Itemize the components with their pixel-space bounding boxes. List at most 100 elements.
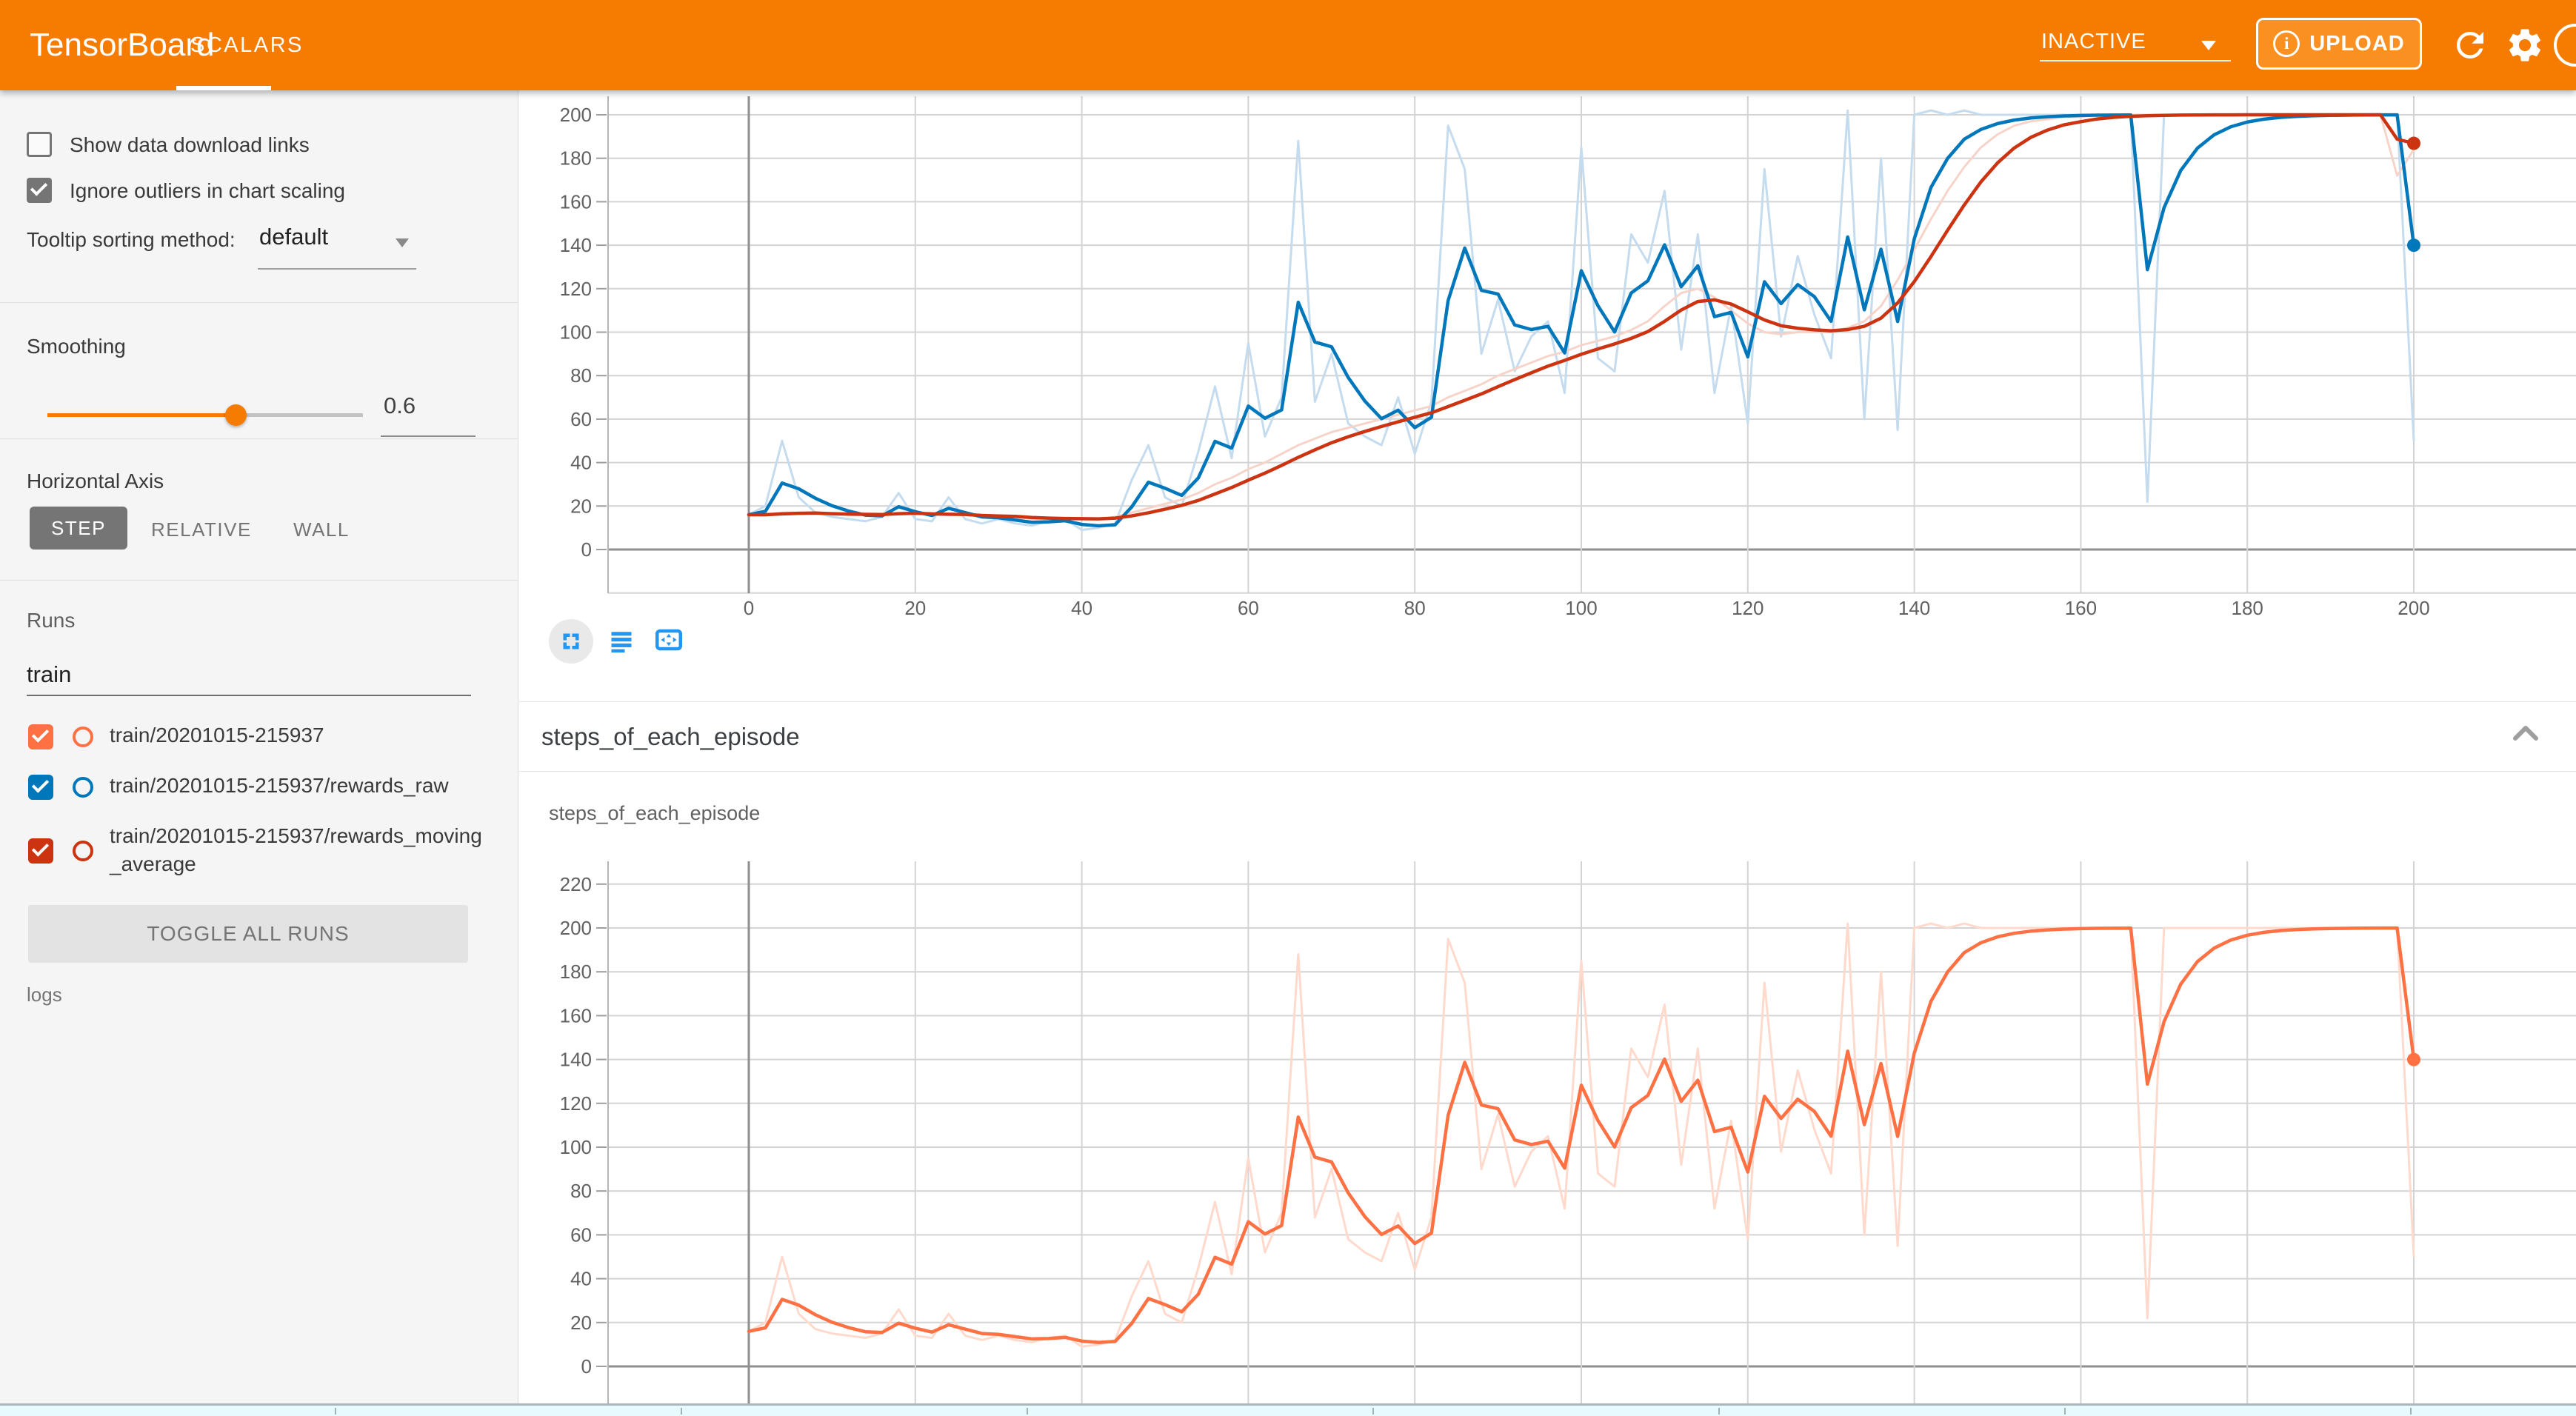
upload-button-label: UPLOAD <box>2309 32 2404 56</box>
runs-filter-input[interactable] <box>27 655 471 696</box>
fit-domain-icon[interactable] <box>654 627 684 657</box>
status-dropdown[interactable]: INACTIVE <box>2041 30 2146 54</box>
svg-text:40: 40 <box>570 452 592 474</box>
status-underline <box>2040 60 2231 61</box>
rewards-chart-card: 0204060801001201401601802000204060801001… <box>519 90 2576 702</box>
steps-chart[interactable]: 020406080100120140160180200220 <box>519 858 2576 1415</box>
ruler-tick <box>1027 1408 1028 1415</box>
run-name: train/20201015-215937/rewards_moving_ave… <box>110 822 486 878</box>
run-color-circle[interactable] <box>73 727 93 747</box>
svg-text:200: 200 <box>2398 597 2429 619</box>
smoothing-label: Smoothing <box>27 335 126 358</box>
svg-text:0: 0 <box>581 538 592 561</box>
app-title: TensorBoard <box>30 0 214 90</box>
svg-text:60: 60 <box>570 408 592 430</box>
svg-text:60: 60 <box>570 1223 592 1246</box>
steps-chart-card: steps_of_each_episode 020406080100120140… <box>519 772 2576 1416</box>
svg-text:100: 100 <box>560 1136 592 1158</box>
rewards-chart[interactable]: 0204060801001201401601802000204060801001… <box>519 90 2576 631</box>
smoothing-slider-thumb[interactable] <box>225 404 247 426</box>
run-name: train/20201015-215937/rewards_raw <box>110 772 486 800</box>
ruler-tick <box>1372 1408 1374 1415</box>
ruler-tick <box>1718 1408 1720 1415</box>
axis-option-relative[interactable]: RELATIVE <box>151 518 252 541</box>
fullscreen-icon[interactable] <box>549 619 593 664</box>
refresh-icon[interactable] <box>2450 25 2490 65</box>
divider <box>0 438 518 439</box>
data-table-icon[interactable] <box>608 628 635 658</box>
run-checkbox[interactable] <box>28 838 53 864</box>
ruler-tick <box>2410 1408 2412 1415</box>
chart-title: steps_of_each_episode <box>549 802 760 825</box>
svg-text:80: 80 <box>570 364 592 387</box>
run-color-circle[interactable] <box>73 777 93 798</box>
gear-icon[interactable] <box>2505 25 2545 65</box>
axis-option-wall[interactable]: WALL <box>293 518 350 541</box>
tooltip-sorting-underline <box>258 268 416 270</box>
svg-text:80: 80 <box>1404 597 1426 619</box>
section-header[interactable]: steps_of_each_episode <box>519 703 2576 772</box>
help-icon[interactable] <box>2554 24 2576 67</box>
settings-sidebar: Show data download links Ignore outliers… <box>0 90 518 1403</box>
svg-text:40: 40 <box>1071 597 1092 619</box>
tooltip-sorting-label: Tooltip sorting method: <box>27 228 236 252</box>
divider <box>0 302 518 303</box>
smoothing-value-field[interactable]: 0.6 <box>384 393 416 419</box>
svg-text:180: 180 <box>560 961 592 983</box>
run-checkbox[interactable] <box>28 775 53 800</box>
svg-text:40: 40 <box>570 1268 592 1290</box>
ruler-tick <box>681 1408 682 1415</box>
run-name: train/20201015-215937 <box>110 721 486 749</box>
svg-text:140: 140 <box>1898 597 1930 619</box>
collapse-chevron-icon[interactable] <box>2509 722 2542 744</box>
run-row: train/20201015-215937/rewards_raw <box>0 772 518 809</box>
dropdown-caret-icon[interactable] <box>396 238 409 247</box>
svg-text:20: 20 <box>570 1312 592 1334</box>
horizontal-axis-label: Horizontal Axis <box>27 470 164 493</box>
run-checkbox[interactable] <box>28 724 53 749</box>
divider <box>0 580 518 581</box>
tab-scalars[interactable]: SCALARS <box>190 0 304 90</box>
svg-text:160: 160 <box>560 1004 592 1026</box>
svg-text:200: 200 <box>560 917 592 939</box>
show-download-links-checkbox[interactable] <box>27 132 52 157</box>
svg-text:120: 120 <box>560 1092 592 1115</box>
section-title: steps_of_each_episode <box>541 703 800 771</box>
toggle-all-runs-button[interactable]: TOGGLE ALL RUNS <box>28 905 468 963</box>
ignore-outliers-label: Ignore outliers in chart scaling <box>70 178 345 204</box>
smoothing-slider-track-filled[interactable] <box>47 413 236 417</box>
axis-option-step[interactable]: STEP <box>30 507 127 550</box>
tooltip-sorting-select[interactable]: default <box>259 224 328 250</box>
svg-text:0: 0 <box>744 597 754 619</box>
svg-text:160: 160 <box>2065 597 2097 619</box>
main-content: 0 20 40 60 80 100 120 140 160 180 200 0 20 40 60 80 100 1… <box>519 90 2576 1416</box>
svg-text:160: 160 <box>560 190 592 213</box>
svg-text:140: 140 <box>560 1049 592 1071</box>
smoothing-value-underline <box>381 435 476 437</box>
bottom-strip <box>0 1403 2576 1416</box>
tensorboard-app: TensorBoard SCALARS INACTIVE i UPLOAD Sh… <box>0 0 2576 1416</box>
ignore-outliers-checkbox[interactable] <box>27 178 52 203</box>
smoothing-slider-track[interactable] <box>236 413 363 417</box>
svg-text:20: 20 <box>570 495 592 517</box>
ruler-tick <box>2064 1408 2066 1415</box>
run-color-circle[interactable] <box>73 841 93 861</box>
svg-text:100: 100 <box>1565 597 1597 619</box>
info-icon: i <box>2273 30 2300 57</box>
app-header: TensorBoard SCALARS INACTIVE i UPLOAD <box>0 0 2576 90</box>
show-download-links-label: Show data download links <box>70 132 310 158</box>
svg-text:120: 120 <box>1732 597 1764 619</box>
upload-button[interactable]: i UPLOAD <box>2256 18 2422 70</box>
runs-label: Runs <box>27 609 75 632</box>
dropdown-caret-icon[interactable] <box>2201 41 2216 50</box>
svg-text:100: 100 <box>560 321 592 344</box>
svg-text:200: 200 <box>560 104 592 126</box>
svg-text:180: 180 <box>560 147 592 170</box>
svg-text:80: 80 <box>570 1180 592 1202</box>
svg-text:220: 220 <box>560 873 592 895</box>
svg-text:140: 140 <box>560 234 592 256</box>
svg-text:60: 60 <box>1238 597 1259 619</box>
run-row: train/20201015-215937 <box>0 721 518 758</box>
runs-group-note: logs <box>27 983 62 1006</box>
tab-active-underline <box>176 86 271 90</box>
